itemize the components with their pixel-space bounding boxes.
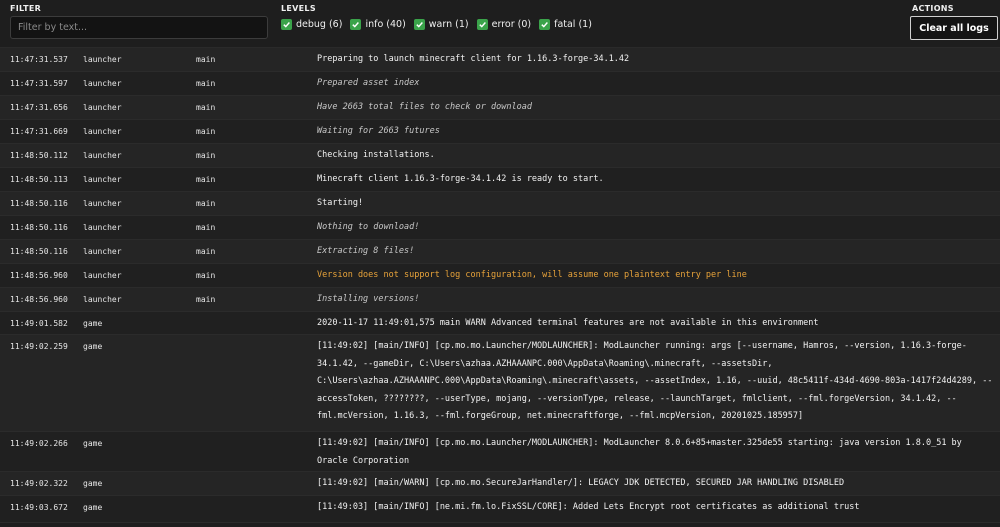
log-row[interactable]: 11:47:31.656 launcher main Have 2663 tot… [0,96,1000,120]
log-row[interactable]: 11:48:56.960 launcher main Version does … [0,264,1000,288]
log-message: 2020-11-17 11:49:01,575 main WARN Advanc… [317,318,819,328]
log-row[interactable]: 11:48:50.116 launcher main Nothing to do… [0,216,1000,240]
log-thread: main [196,55,216,64]
level-toggle-fatal[interactable]: fatal (1) [539,19,592,30]
log-row[interactable]: 11:49:01.582 game 2020-11-17 11:49:01,57… [0,312,1000,335]
log-row[interactable]: 11:47:31.669 launcher main Waiting for 2… [0,120,1000,144]
level-toggle-debug[interactable]: debug (6) [281,19,342,30]
level-label: error (0) [491,19,532,30]
log-message: Starting! [317,198,364,208]
log-list: 11:47:31.537 launcher main Preparing to … [0,48,1000,523]
log-source: launcher [83,223,122,232]
log-message: Version does not support log configurati… [317,270,747,280]
level-label: info (40) [365,19,406,30]
log-thread: main [196,247,216,256]
log-thread: main [196,199,216,208]
level-label: warn (1) [428,19,469,30]
log-message: [11:49:02] [main/INFO] [cp.mo.mo.Launche… [317,341,993,421]
log-thread: main [196,127,216,136]
log-row[interactable]: 11:48:56.960 launcher main Installing ve… [0,288,1000,312]
log-timestamp: 11:49:02.322 [10,479,68,488]
log-row[interactable]: 11:48:50.113 launcher main Minecraft cli… [0,168,1000,192]
log-thread: main [196,103,216,112]
log-source: game [83,479,103,488]
filter-input[interactable] [10,16,268,39]
log-message: Preparing to launch minecraft client for… [317,54,630,64]
log-thread: main [196,151,216,160]
actions-label: ACTIONS [912,4,954,13]
level-toggle-warn[interactable]: warn (1) [413,19,469,30]
log-source: game [83,319,103,328]
log-row[interactable]: 11:47:31.597 launcher main Prepared asse… [0,72,1000,96]
log-row[interactable]: 11:49:03.672 game [11:49:03] [main/INFO]… [0,496,1000,523]
log-timestamp: 11:48:50.116 [10,199,68,208]
log-row[interactable]: 11:48:50.116 launcher main Extracting 8 … [0,240,1000,264]
checkbox-checked-icon[interactable] [350,19,362,30]
log-timestamp: 11:48:56.960 [10,295,68,304]
log-source: game [83,342,103,351]
log-thread: main [196,295,216,304]
log-source: launcher [83,103,122,112]
levels-label: LEVELS [281,4,316,13]
log-source: launcher [83,247,122,256]
log-timestamp: 11:49:02.259 [10,342,68,351]
filter-label: FILTER [10,4,42,13]
log-source: launcher [83,271,122,280]
log-row[interactable]: 11:49:02.259 game [11:49:02] [main/INFO]… [0,335,1000,432]
level-toggle-error[interactable]: error (0) [476,19,532,30]
log-timestamp: 11:47:31.656 [10,103,68,112]
level-toggle-info[interactable]: info (40) [350,19,406,30]
log-row[interactable]: 11:49:02.266 game [11:49:02] [main/INFO]… [0,432,1000,472]
log-message: Waiting for 2663 futures [317,126,440,136]
checkbox-checked-icon[interactable] [281,19,292,30]
log-message: Have 2663 total files to check or downlo… [317,102,532,112]
log-row[interactable]: 11:48:50.116 launcher main Starting! [0,192,1000,216]
log-message: Nothing to download! [317,222,420,232]
log-timestamp: 11:49:02.266 [10,439,68,448]
log-row[interactable]: 11:48:50.112 launcher main Checking inst… [0,144,1000,168]
log-message: [11:49:02] [main/INFO] [cp.mo.mo.Launche… [317,438,967,466]
log-source: game [83,503,103,512]
log-timestamp: 11:48:50.116 [10,247,68,256]
log-timestamp: 11:48:50.112 [10,151,68,160]
log-timestamp: 11:47:31.597 [10,79,68,88]
log-source: launcher [83,79,122,88]
level-label: debug (6) [296,19,343,30]
level-filters: debug (6) info (40) warn (1) error (0) f… [281,19,592,30]
log-source: launcher [83,175,122,184]
checkbox-checked-icon[interactable] [539,19,551,30]
log-toolbar: FILTER LEVELS debug (6) info (40) warn (… [0,0,1000,48]
log-timestamp: 11:49:03.672 [10,503,68,512]
log-message: Extracting 8 files! [317,246,415,256]
log-message: Checking installations. [317,150,435,160]
log-row[interactable]: 11:47:31.537 launcher main Preparing to … [0,48,1000,72]
log-thread: main [196,223,216,232]
log-source: game [83,439,103,448]
log-timestamp: 11:48:50.116 [10,223,68,232]
log-timestamp: 11:47:31.669 [10,127,68,136]
log-source: launcher [83,295,122,304]
log-timestamp: 11:49:01.582 [10,319,68,328]
log-timestamp: 11:48:50.113 [10,175,68,184]
log-timestamp: 11:48:56.960 [10,271,68,280]
clear-all-logs-button[interactable]: Clear all logs [910,16,998,40]
log-thread: main [196,79,216,88]
log-message: Prepared asset index [317,78,420,88]
log-timestamp: 11:47:31.537 [10,55,68,64]
log-message: [11:49:03] [main/INFO] [ne.mi.fm.lo.FixS… [317,502,860,512]
log-source: launcher [83,127,122,136]
log-message: Minecraft client 1.16.3-forge-34.1.42 is… [317,174,604,184]
log-message: [11:49:02] [main/WARN] [cp.mo.mo.SecureJ… [317,478,845,488]
log-thread: main [196,175,216,184]
log-source: launcher [83,199,122,208]
log-thread: main [196,271,216,280]
log-source: launcher [83,55,122,64]
log-row[interactable]: 11:49:02.322 game [11:49:02] [main/WARN]… [0,472,1000,496]
checkbox-checked-icon[interactable] [476,19,488,30]
log-source: launcher [83,151,122,160]
checkbox-checked-icon[interactable] [413,19,425,30]
log-message: Installing versions! [317,294,420,304]
level-label: fatal (1) [554,19,592,30]
